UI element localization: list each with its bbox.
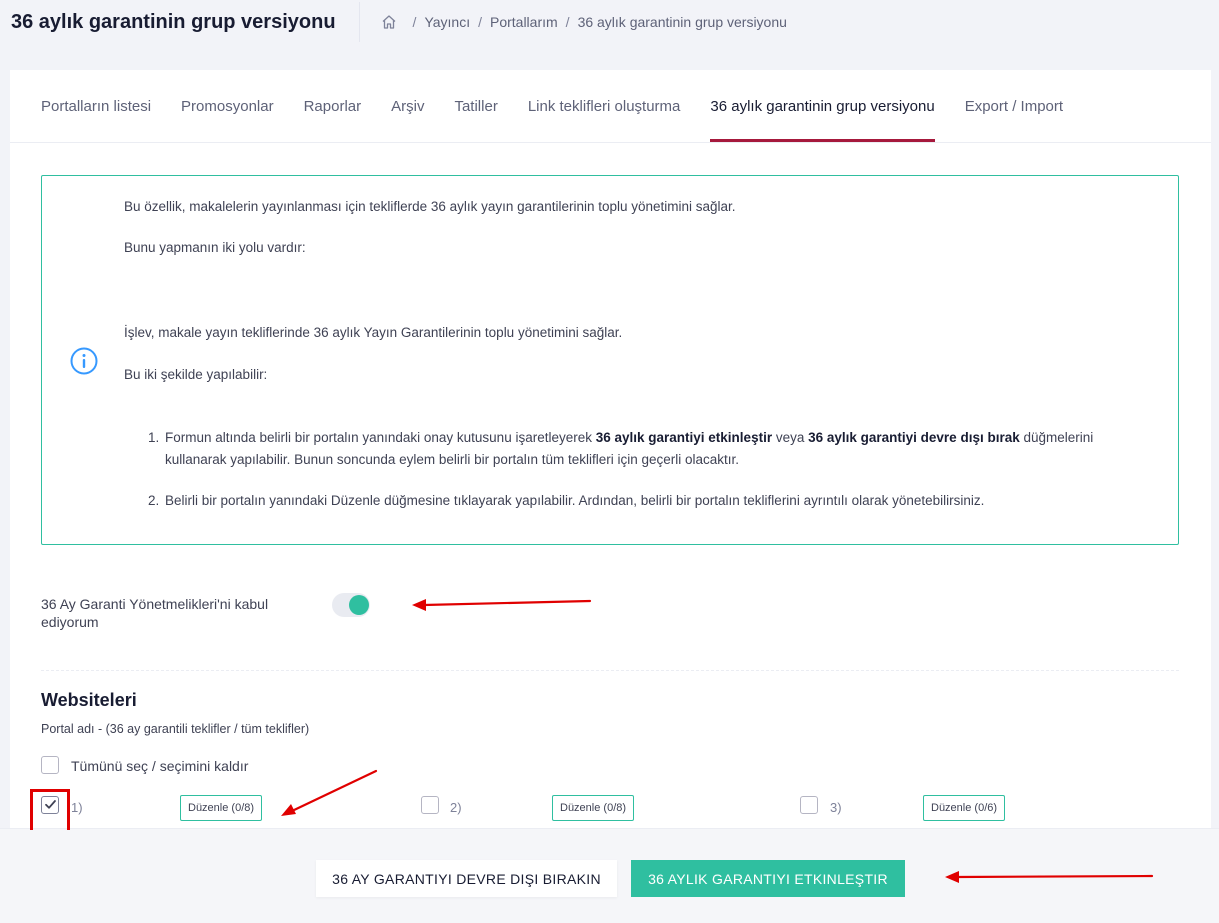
website-2-edit-button[interactable]: Düzenle (0/8)	[552, 795, 635, 821]
tab-36-month-guarantee[interactable]: 36 aylık garantinin grup versiyonu	[710, 70, 935, 142]
info-line-2: Bunu yapmanın iki yolu vardır:	[124, 240, 306, 255]
section-divider	[41, 670, 1179, 671]
website-1-edit-button[interactable]: Düzenle (0/8)	[180, 795, 263, 821]
disable-guarantee-button[interactable]: 36 AY GARANTIYI DEVRE DIŞI BIRAKIN	[316, 860, 617, 897]
tab-bar: Portalların listesi Promosyonlar Raporla…	[10, 70, 1211, 143]
website-1-number: 1)	[71, 800, 83, 815]
info-line-1: Bu özellik, makalelerin yayınlanması içi…	[124, 199, 736, 214]
tab-promotions[interactable]: Promosyonlar	[181, 70, 274, 142]
websites-subtitle: Portal adı - (36 ay garantili teklifler …	[41, 722, 310, 736]
tab-reports[interactable]: Raporlar	[304, 70, 362, 142]
list-bold: 36 aylık garantiyi etkinleştir	[595, 430, 773, 445]
list-item-body: Formun altında belirli bir portalın yanı…	[148, 427, 1158, 471]
guarantee-terms-toggle[interactable]	[332, 593, 370, 617]
websites-title: Websiteleri	[41, 690, 137, 710]
select-all-label: Tümünü seç / seçimini kaldır	[71, 758, 249, 774]
info-box: Bu özellik, makalelerin yayınlanması içi…	[41, 175, 1179, 545]
main-card: Portalların listesi Promosyonlar Raporla…	[10, 70, 1211, 922]
info-line-3: İşlev, makale yayın tekliflerinde 36 ayl…	[124, 325, 623, 340]
breadcrumb-separator: /	[478, 14, 482, 30]
enable-guarantee-button[interactable]: 36 AYLIK GARANTIYI ETKINLEŞTIR	[631, 860, 905, 897]
list-number: 2.	[148, 493, 160, 508]
breadcrumb-item-portallarim[interactable]: Portallarım	[490, 14, 558, 30]
tab-export-import[interactable]: Export / Import	[965, 70, 1063, 142]
toggle-knob	[349, 595, 369, 615]
info-list-item-2: 2. Belirli bir portalın yanındaki Düzenl…	[148, 490, 1158, 512]
tab-portal-list[interactable]: Portalların listesi	[41, 70, 151, 142]
website-2-number: 2)	[450, 800, 462, 815]
tab-holidays[interactable]: Tatiller	[454, 70, 497, 142]
breadcrumb-separator: /	[565, 14, 570, 30]
breadcrumb-item-current: 36 aylık garantinin grup versiyonu	[577, 14, 787, 30]
info-circle-icon	[70, 347, 98, 375]
tab-link-offers[interactable]: Link teklifleri oluşturma	[528, 70, 681, 142]
website-3-edit-button[interactable]: Düzenle (0/6)	[923, 795, 1006, 821]
breadcrumb-item-yayinci[interactable]: Yayıncı	[424, 14, 470, 30]
info-line-4: Bu iki şekilde yapılabilir:	[124, 367, 268, 382]
annotation-highlight-box	[30, 789, 70, 830]
list-text: veya	[772, 430, 809, 445]
list-number: 1.	[148, 430, 160, 445]
title-divider	[358, 2, 360, 42]
info-list-item-1: 1. Formun altında belirli bir portalın y…	[148, 427, 1158, 471]
breadcrumb: / Yayıncı / Portallarım / 36 aylık garan…	[381, 14, 787, 30]
website-2-checkbox[interactable]	[421, 796, 439, 814]
website-3-checkbox[interactable]	[800, 796, 818, 814]
breadcrumb-separator: /	[412, 14, 417, 30]
guarantee-terms-label: 36 Ay Garanti Yönetmelikleri'ni kabul ed…	[41, 596, 269, 630]
page-header: 36 aylık garantinin grup versiyonu / Yay…	[0, 0, 1219, 44]
list-text: Formun altında belirli bir portalın yanı…	[165, 430, 596, 445]
home-icon[interactable]	[381, 14, 397, 30]
website-3-number: 3)	[830, 800, 842, 815]
tab-archive[interactable]: Arşiv	[391, 70, 424, 142]
select-all-checkbox[interactable]	[41, 756, 59, 774]
list-bold: 36 aylık garantiyi devre dışı bırak	[808, 430, 1020, 445]
page-title: 36 aylık garantinin grup versiyonu	[11, 11, 336, 33]
list-item-body: Belirli bir portalın yanındaki Düzenle d…	[165, 493, 985, 508]
